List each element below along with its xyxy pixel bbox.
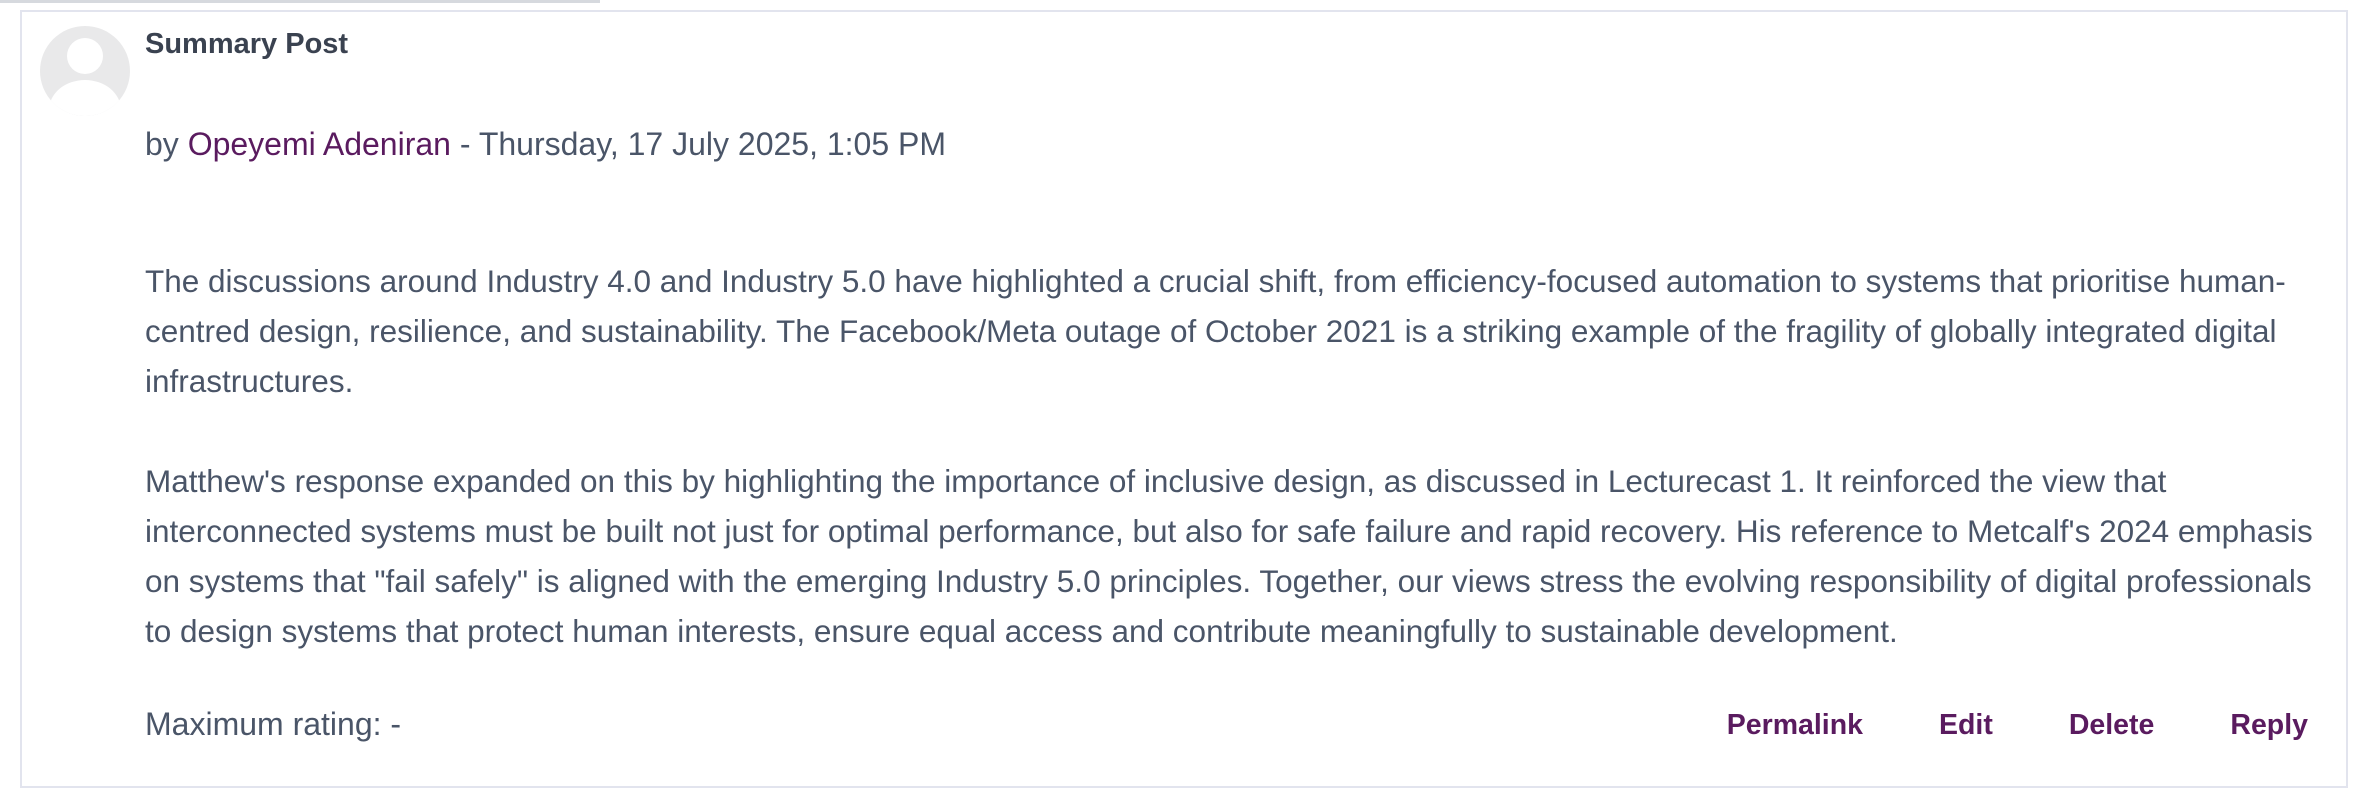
delete-link[interactable]: Delete <box>2069 709 2155 742</box>
post-paragraph: Matthew's response expanded on this by h… <box>145 463 2313 649</box>
edit-link[interactable]: Edit <box>1939 709 1993 742</box>
permalink-link[interactable]: Permalink <box>1727 709 1863 742</box>
author-link[interactable]: Opeyemi Adeniran <box>188 126 451 162</box>
avatar-head-icon <box>67 38 103 74</box>
post-content: The discussions around Industry 4.0 and … <box>145 256 2345 706</box>
top-tab-divider <box>0 0 600 3</box>
forum-post: Summary Post by Opeyemi Adeniran - Thurs… <box>20 10 2348 788</box>
rating-label: Maximum rating: - <box>145 706 402 742</box>
avatar[interactable] <box>40 26 130 116</box>
byline-separator: - <box>459 126 471 162</box>
post-paragraph: The discussions around Industry 4.0 and … <box>145 263 2286 399</box>
byline-prefix: by <box>145 126 179 162</box>
post-byline: by Opeyemi Adeniran - Thursday, 17 July … <box>145 126 946 163</box>
avatar-body-icon <box>49 80 121 116</box>
post-subject: Summary Post <box>145 28 349 60</box>
post-date: Thursday, 17 July 2025, 1:05 PM <box>478 126 947 162</box>
reply-link[interactable]: Reply <box>2230 709 2308 742</box>
post-actions: Permalink Edit Delete Reply <box>1727 709 2308 742</box>
